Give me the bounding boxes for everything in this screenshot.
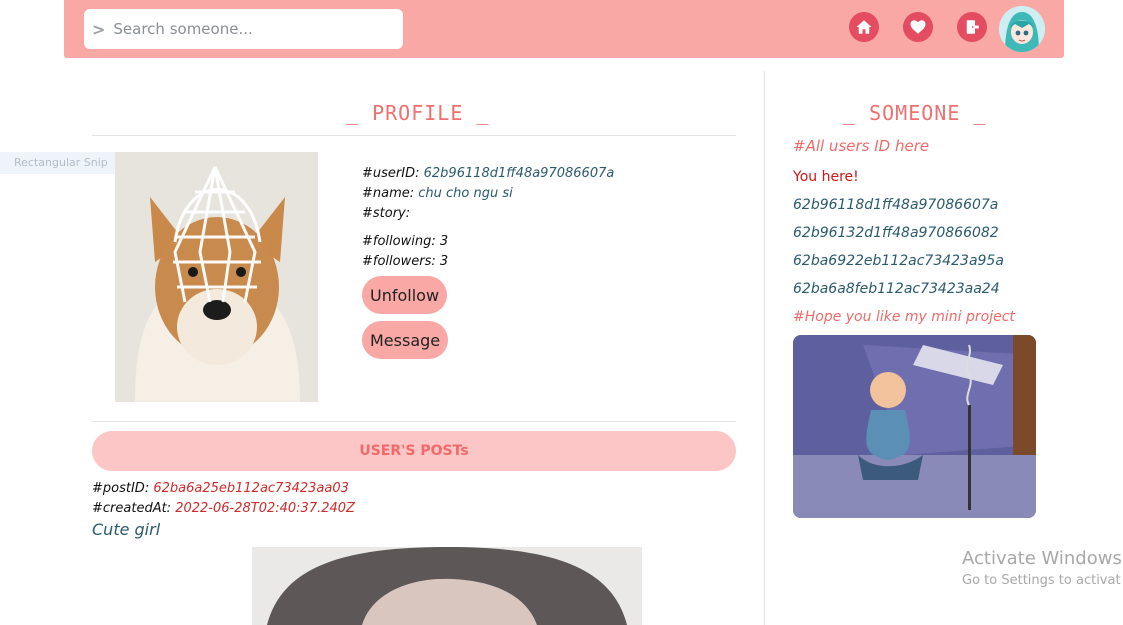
home-button[interactable]	[849, 12, 879, 42]
name-value: chu cho ngu si	[418, 186, 513, 201]
posts-header: USER'S POSTs	[92, 431, 736, 471]
logout-icon	[966, 20, 979, 34]
userid-label: #userID:	[362, 166, 420, 181]
postid-label: #postID:	[92, 481, 150, 496]
profile-photo	[115, 152, 318, 402]
cartoon-image	[793, 335, 1036, 518]
hope-text: #Hope you like my mini project	[793, 309, 1015, 325]
story-label: #story:	[362, 206, 411, 221]
story-row: #story:	[362, 206, 410, 221]
user-id-link[interactable]: 62ba6a8feb112ac73423aa24	[793, 281, 1000, 297]
following-label: #following:	[362, 234, 436, 249]
search-input[interactable]	[111, 19, 396, 39]
search-box[interactable]: >	[84, 9, 403, 49]
name-label: #name:	[362, 186, 415, 201]
column-divider	[764, 71, 765, 625]
postid-value: 62ba6a25eb112ac73423aa03	[153, 481, 349, 496]
sidebar-title: _ SOMEONE _	[843, 101, 987, 125]
girl-photo	[252, 547, 642, 625]
postid-row: #postID: 62ba6a25eb112ac73423aa03	[92, 481, 349, 496]
createdat-label: #createdAt:	[92, 501, 172, 516]
dog-image	[115, 152, 318, 402]
posts-divider	[92, 421, 736, 422]
activate-windows-title: Activate Windows	[962, 548, 1122, 569]
createdat-value: 2022-06-28T02:40:37.240Z	[175, 501, 355, 516]
profile-title: _ PROFILE _	[346, 101, 490, 125]
following-value: 3	[439, 234, 449, 249]
navbar: >	[64, 0, 1064, 58]
userid-row: #userID: 62b96118d1ff48a97086607a	[362, 166, 614, 181]
following-row: #following: 3	[362, 234, 448, 249]
all-users-heading: #All users ID here	[793, 137, 930, 155]
followers-label: #followers:	[362, 254, 436, 269]
user-id-link[interactable]: 62ba6922eb112ac73423a95a	[793, 253, 1004, 269]
meditation-gif	[793, 335, 1036, 518]
post-image	[252, 547, 642, 625]
post-caption: Cute girl	[92, 520, 161, 539]
activate-windows-subtitle: Go to Settings to activat	[962, 573, 1121, 588]
followers-value: 3	[439, 254, 449, 269]
heart-icon	[910, 20, 926, 34]
anime-avatar-image	[999, 6, 1045, 52]
message-button[interactable]: Message	[362, 321, 449, 359]
user-avatar[interactable]	[999, 6, 1045, 52]
you-here-label: You here!	[793, 169, 859, 185]
followers-row: #followers: 3	[362, 254, 448, 269]
chevron-right-icon: >	[92, 19, 106, 39]
home-icon	[856, 20, 872, 34]
userid-value: 62b96118d1ff48a97086607a	[423, 166, 615, 181]
name-row: #name: chu cho ngu si	[362, 186, 513, 201]
favorites-button[interactable]	[903, 12, 933, 42]
profile-divider	[92, 135, 736, 136]
user-id-link[interactable]: 62b96132d1ff48a970866082	[793, 225, 999, 241]
createdat-row: #createdAt: 2022-06-28T02:40:37.240Z	[92, 501, 355, 516]
user-id-link[interactable]: 62b96118d1ff48a97086607a	[793, 197, 998, 213]
logout-button[interactable]	[957, 12, 987, 42]
unfollow-button[interactable]: Unfollow	[362, 276, 448, 314]
